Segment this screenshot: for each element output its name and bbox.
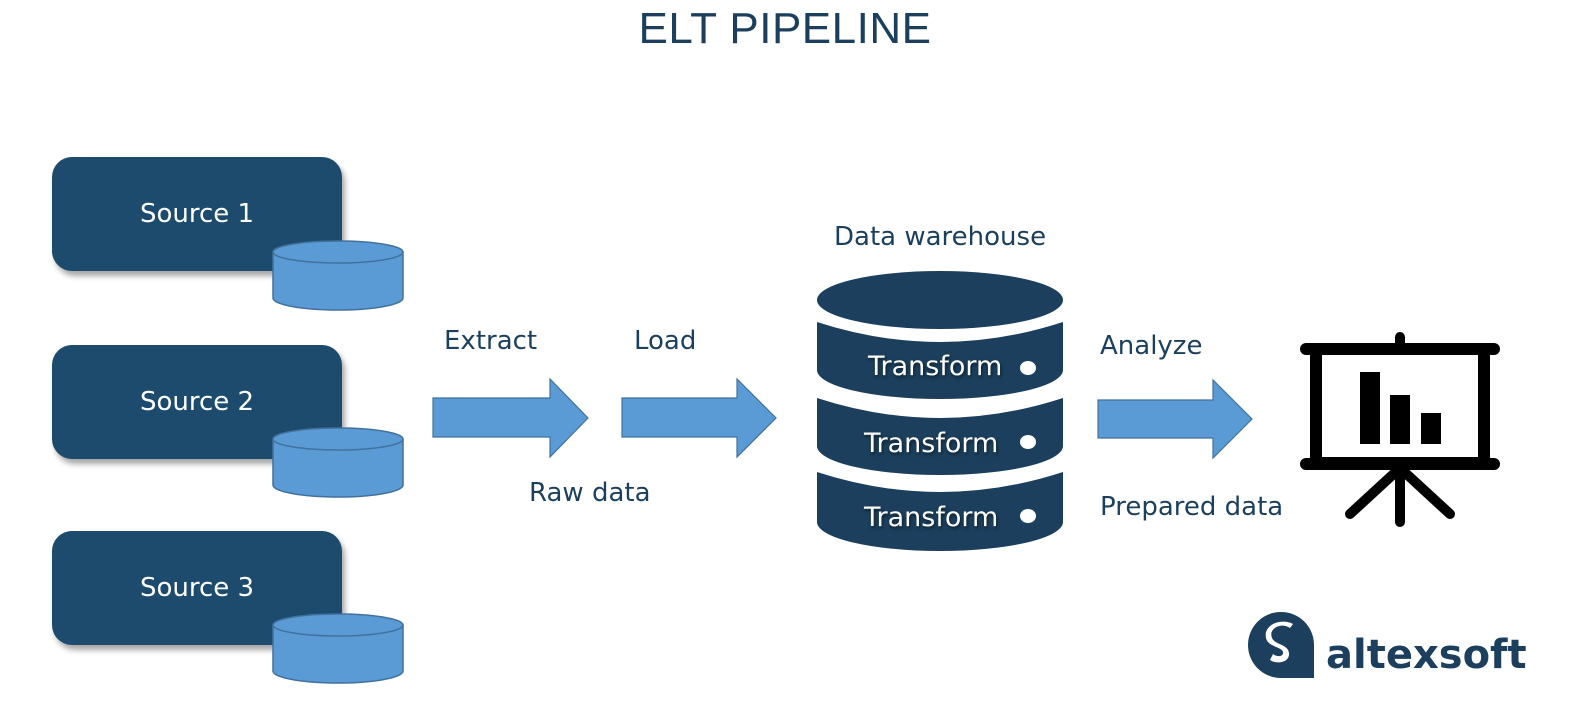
- chart-bar: [1421, 413, 1441, 444]
- prepared-data-label: Prepared data: [1100, 492, 1284, 522]
- chart-bar: [1360, 372, 1380, 444]
- brand-name: altexsoft: [1326, 632, 1527, 678]
- warehouse-label: Data warehouse: [834, 222, 1047, 252]
- database-icon: [272, 427, 404, 498]
- source-label: Source 2: [139, 387, 255, 417]
- presentation-board-icon: [1300, 332, 1500, 527]
- database-icon: [272, 240, 404, 311]
- raw-data-label: Raw data: [529, 478, 651, 508]
- source-label: Source 3: [139, 573, 255, 603]
- indicator-dot: [1020, 435, 1036, 449]
- altexsoft-logo-icon: [1248, 612, 1314, 678]
- source-label: Source 1: [139, 199, 255, 229]
- chart-bar: [1390, 395, 1410, 444]
- load-arrow-icon: [621, 377, 777, 459]
- transform-layer-2: Transform: [864, 428, 999, 459]
- analyze-arrow-icon: [1097, 378, 1253, 460]
- page-title: ELT PIPELINE: [638, 4, 932, 53]
- indicator-dot: [1020, 361, 1036, 375]
- analyze-label: Analyze: [1100, 331, 1203, 361]
- database-icon: [272, 613, 404, 684]
- load-label: Load: [634, 326, 697, 356]
- extract-arrow-icon: [432, 377, 589, 459]
- transform-layer-3: Transform: [864, 502, 999, 533]
- transform-layer-1: Transform: [868, 351, 1003, 382]
- extract-label: Extract: [444, 326, 538, 356]
- indicator-dot: [1020, 509, 1036, 523]
